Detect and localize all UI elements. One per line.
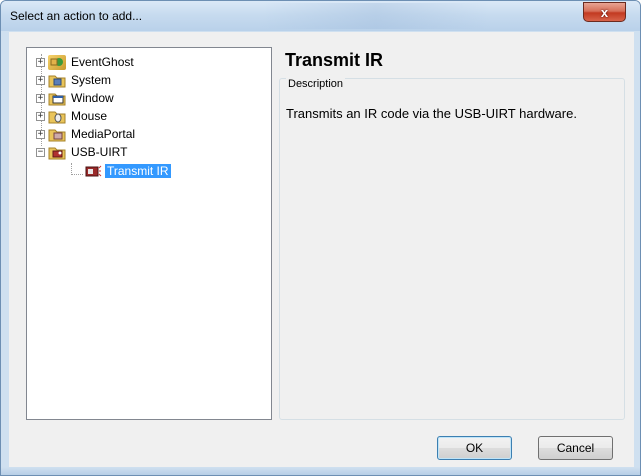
ok-button[interactable]: OK bbox=[437, 436, 512, 460]
expand-icon[interactable]: + bbox=[36, 111, 45, 121]
tree-connector bbox=[71, 174, 83, 175]
tree-item-mediaportal[interactable]: + MediaPortal bbox=[36, 125, 137, 143]
tree-item-usb-uirt[interactable]: − USB-UIRT bbox=[36, 143, 129, 161]
mediaportal-folder-icon bbox=[48, 127, 66, 142]
expand-icon[interactable]: + bbox=[36, 93, 45, 103]
window-bottom-border bbox=[1, 467, 640, 475]
tree-item-eventghost[interactable]: + EventGhost bbox=[36, 53, 136, 71]
action-tree[interactable]: + EventGhost + System + Window + Mouse +… bbox=[26, 47, 272, 420]
close-button[interactable]: x bbox=[583, 2, 626, 22]
eventghost-plugin-icon bbox=[48, 54, 66, 70]
expand-icon[interactable]: + bbox=[36, 129, 45, 139]
expand-icon[interactable]: + bbox=[36, 57, 45, 67]
usb-uirt-folder-icon bbox=[48, 145, 66, 160]
description-text: Transmits an IR code via the USB-UIRT ha… bbox=[286, 106, 577, 121]
title-bar[interactable]: Select an action to add... x bbox=[1, 1, 640, 31]
tree-item-label: System bbox=[71, 73, 112, 87]
tree-item-mouse[interactable]: + Mouse bbox=[36, 107, 109, 125]
tree-item-label: USB-UIRT bbox=[71, 145, 128, 159]
tree-item-transmit-ir[interactable]: Transmit IR bbox=[84, 162, 171, 180]
window-title: Select an action to add... bbox=[10, 9, 143, 23]
dialog-window: Select an action to add... x + EventGhos… bbox=[0, 0, 641, 476]
dialog-body: + EventGhost + System + Window + Mouse +… bbox=[9, 32, 634, 469]
tree-item-label: Mouse bbox=[71, 109, 108, 123]
transmit-ir-icon bbox=[84, 164, 102, 179]
background-window-blur bbox=[261, 3, 491, 29]
expand-icon[interactable]: + bbox=[36, 75, 45, 85]
collapse-icon[interactable]: − bbox=[36, 147, 45, 157]
mouse-folder-icon bbox=[48, 109, 66, 124]
tree-item-label: EventGhost bbox=[71, 55, 134, 69]
tree-item-system[interactable]: + System bbox=[36, 71, 113, 89]
tree-item-label: Window bbox=[71, 91, 114, 105]
system-folder-icon bbox=[48, 73, 66, 88]
tree-item-label: MediaPortal bbox=[71, 127, 136, 141]
close-icon: x bbox=[600, 4, 609, 20]
window-folder-icon bbox=[48, 91, 66, 106]
description-group: Description Transmits an IR code via the… bbox=[279, 78, 625, 420]
tree-item-label-selected: Transmit IR bbox=[105, 164, 171, 178]
cancel-button[interactable]: Cancel bbox=[538, 436, 613, 460]
tree-item-window[interactable]: + Window bbox=[36, 89, 116, 107]
action-title: Transmit IR bbox=[285, 50, 384, 70]
description-group-label: Description bbox=[286, 78, 346, 90]
